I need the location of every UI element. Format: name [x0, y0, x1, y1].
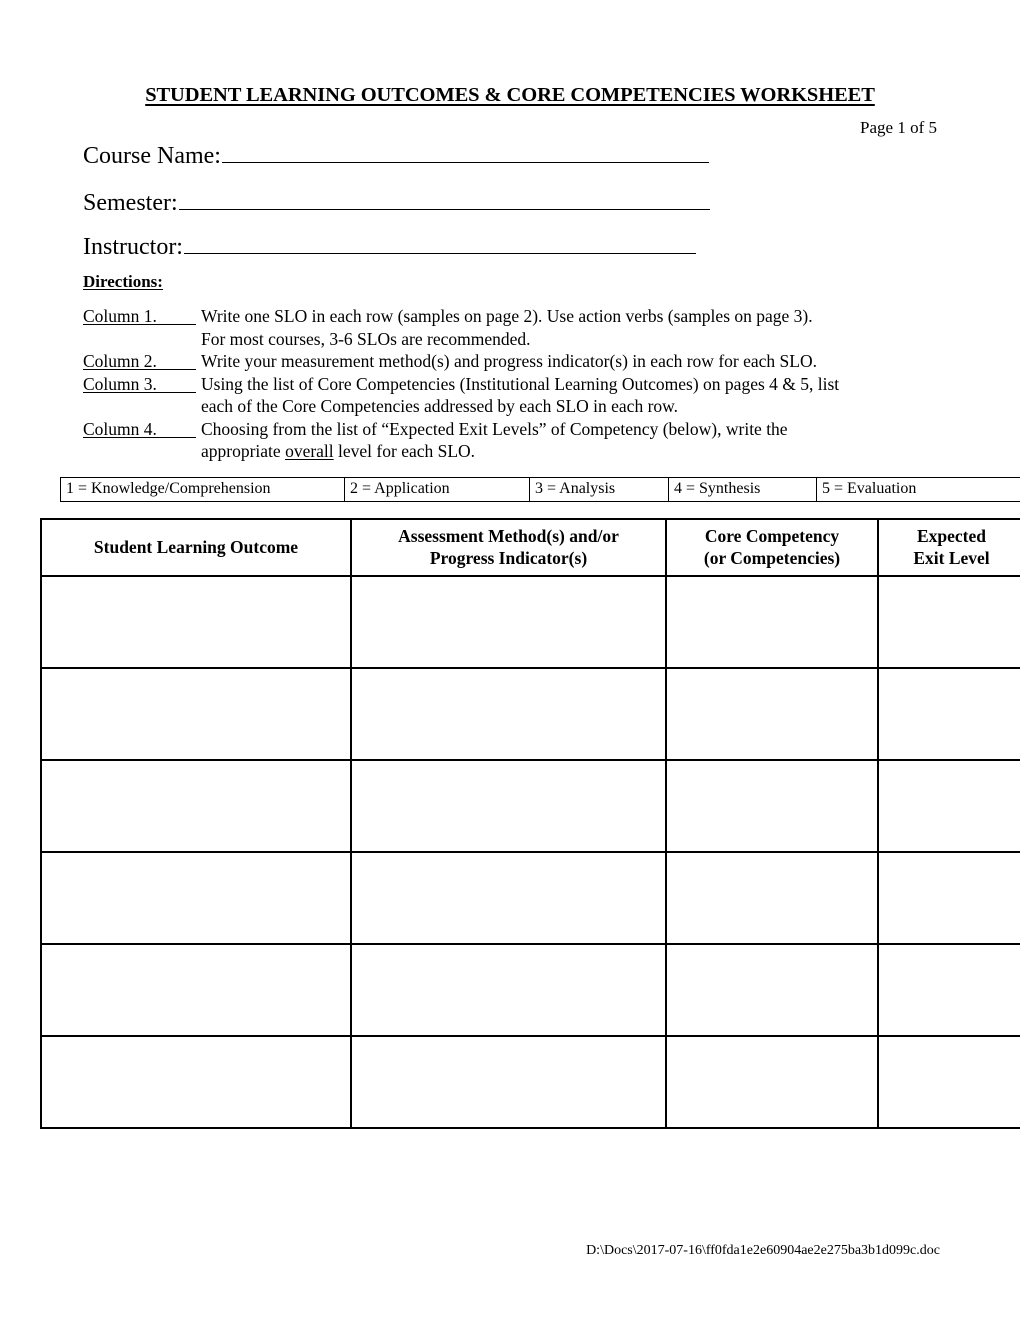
cell-competency[interactable] [665, 575, 879, 669]
cell-assessment[interactable] [350, 667, 667, 761]
semester-input[interactable] [178, 188, 710, 210]
table-row [40, 1035, 1020, 1129]
header-line: Expected [916, 526, 987, 546]
cell-slo[interactable] [40, 667, 352, 761]
direction-item-column-3: Column 3. Using the list of Core Compete… [83, 373, 951, 418]
header-line: Exit Level [913, 548, 990, 568]
instructor-label: Instructor: [83, 234, 183, 260]
course-name-label: Course Name: [83, 143, 221, 169]
legend-cell-level-4: 4 = Synthesis [668, 477, 817, 502]
direction-item-column-1: Column 1. Write one SLO in each row (sam… [83, 305, 951, 350]
cell-exit-level[interactable] [877, 759, 1020, 853]
page-indicator: Page 1 of 5 [860, 118, 937, 137]
direction-text-line-2: For most courses, 3-6 SLOs are recommend… [201, 328, 531, 349]
direction-item-column-4: Column 4. Choosing from the list of “Exp… [83, 418, 951, 463]
semester-label: Semester: [83, 190, 178, 216]
direction-text-line-1: Write one SLO in each row (samples on pa… [201, 306, 813, 326]
cell-exit-level[interactable] [877, 667, 1020, 761]
course-name-input[interactable] [221, 141, 709, 163]
expected-exit-levels-legend: 1 = Knowledge/Comprehension 2 = Applicat… [60, 477, 1020, 502]
cell-competency[interactable] [665, 1035, 879, 1129]
page-title: STUDENT LEARNING OUTCOMES & CORE COMPETE… [145, 84, 875, 106]
table-row [40, 575, 1020, 669]
footer-file-path: D:\Docs\2017-07-16\ff0fda1e2e60904ae2e27… [586, 1243, 940, 1258]
legend-cell-level-5: 5 = Evaluation [816, 477, 1020, 502]
header-line: Progress Indicator(s) [429, 548, 588, 568]
direction-text-line-1: Choosing from the list of “Expected Exit… [201, 418, 788, 439]
column-header-expected-exit-level: Expected Exit Level [877, 518, 1020, 577]
cell-competency[interactable] [665, 851, 879, 945]
cell-exit-level[interactable] [877, 851, 1020, 945]
column-header-student-learning-outcome: Student Learning Outcome [40, 518, 352, 577]
worksheet-table-head: Student Learning Outcome Assessment Meth… [40, 518, 1020, 577]
worksheet-header-row: Student Learning Outcome Assessment Meth… [40, 518, 1020, 577]
table-row [40, 943, 1020, 1037]
directions-heading: Directions: [83, 272, 163, 291]
cell-slo[interactable] [40, 575, 352, 669]
worksheet-table-body [40, 575, 1020, 1129]
instructor-input[interactable] [183, 232, 696, 254]
course-name-field[interactable]: Course Name: [83, 141, 709, 168]
cell-assessment[interactable] [350, 851, 667, 945]
worksheet-table: Student Learning Outcome Assessment Meth… [40, 518, 1020, 1129]
cell-assessment[interactable] [350, 575, 667, 669]
directions-list: Column 1. Write one SLO in each row (sam… [83, 305, 951, 463]
cell-exit-level[interactable] [877, 1035, 1020, 1129]
direction-text-emphasis: overall [285, 441, 334, 461]
cell-competency[interactable] [665, 759, 879, 853]
worksheet-page: STUDENT LEARNING OUTCOMES & CORE COMPETE… [0, 0, 1020, 1320]
cell-slo[interactable] [40, 851, 352, 945]
direction-text-line-2: appropriate overall level for each SLO. [201, 440, 951, 463]
header-line: Assessment Method(s) and/or [398, 526, 619, 546]
cell-exit-level[interactable] [877, 943, 1020, 1037]
header-line: (or Competencies) [703, 548, 841, 568]
legend-cell-level-3: 3 = Analysis [529, 477, 669, 502]
table-row [40, 759, 1020, 853]
direction-tag: Column 3. [83, 373, 196, 394]
header-line: Student Learning Outcome [93, 537, 299, 557]
column-header-core-competency: Core Competency (or Competencies) [665, 518, 879, 577]
cell-exit-level[interactable] [877, 575, 1020, 669]
legend-row: 1 = Knowledge/Comprehension 2 = Applicat… [60, 477, 1020, 502]
cell-competency[interactable] [665, 943, 879, 1037]
direction-tag: Column 4. [83, 418, 196, 439]
header-line: Core Competency [704, 526, 840, 546]
cell-slo[interactable] [40, 1035, 352, 1129]
cell-assessment[interactable] [350, 759, 667, 853]
table-row [40, 851, 1020, 945]
instructor-field[interactable]: Instructor: [83, 232, 696, 259]
cell-assessment[interactable] [350, 1035, 667, 1129]
legend-cell-level-2: 2 = Application [344, 477, 530, 502]
direction-text-prefix: appropriate [201, 441, 286, 461]
direction-text-line-1: Using the list of Core Competencies (Ins… [201, 373, 840, 394]
direction-text-line-2: each of the Core Competencies addressed … [201, 396, 679, 416]
table-row [40, 667, 1020, 761]
cell-assessment[interactable] [350, 943, 667, 1037]
cell-slo[interactable] [40, 759, 352, 853]
legend-cell-level-1: 1 = Knowledge/Comprehension [60, 477, 345, 502]
direction-text-line-1: Write your measurement method(s) and pro… [201, 351, 817, 371]
direction-tag: Column 2. [83, 350, 196, 371]
column-header-assessment-method: Assessment Method(s) and/or Progress Ind… [350, 518, 667, 577]
cell-slo[interactable] [40, 943, 352, 1037]
cell-competency[interactable] [665, 667, 879, 761]
direction-tag: Column 1. [83, 305, 196, 326]
direction-item-column-2: Column 2. Write your measurement method(… [83, 350, 951, 373]
direction-text-suffix: level for each SLO. [333, 441, 476, 461]
semester-field[interactable]: Semester: [83, 188, 710, 215]
